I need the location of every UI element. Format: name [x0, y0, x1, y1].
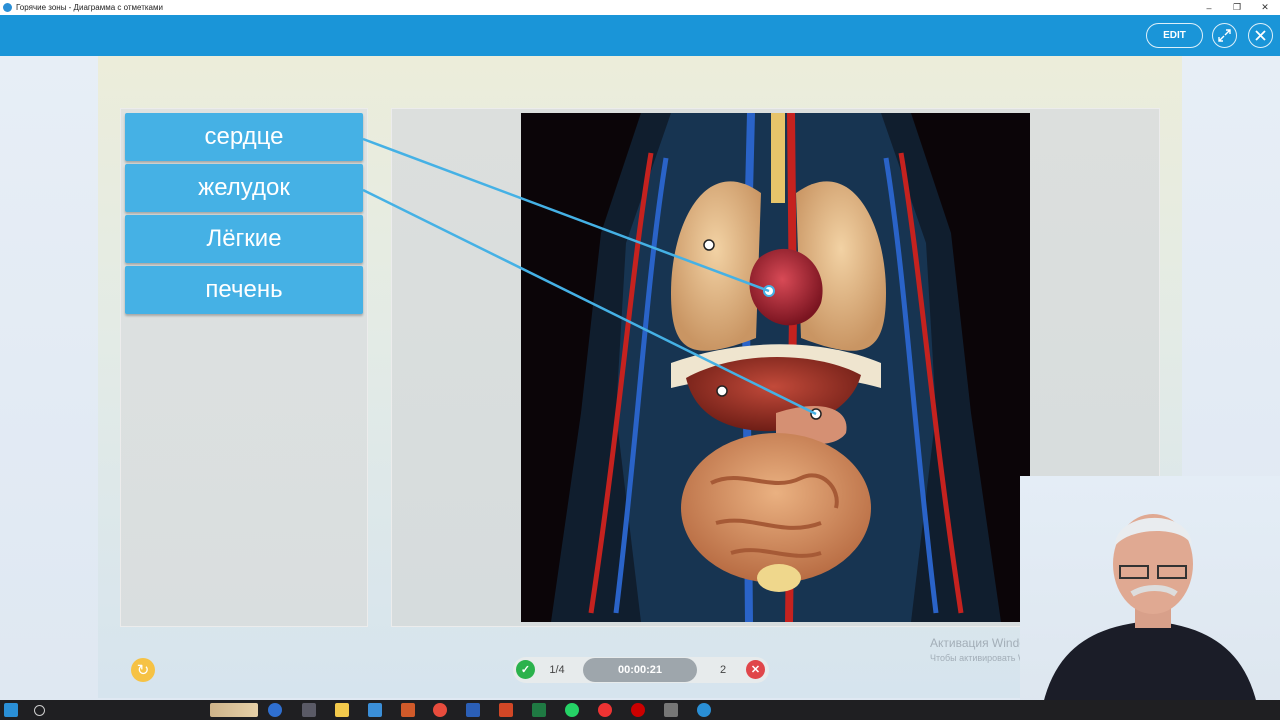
hotspot-lungs[interactable]	[703, 239, 715, 251]
label-heart[interactable]: сердце	[125, 113, 363, 161]
app-icon	[3, 3, 12, 12]
app-header: EDIT	[0, 15, 1280, 56]
x-icon: ✕	[746, 660, 765, 679]
window-title: Горячие зоны - Диаграмма с отметками	[16, 3, 163, 12]
edit-button[interactable]: EDIT	[1146, 23, 1203, 48]
app-icon-blue[interactable]	[368, 703, 382, 717]
hotspot-stomach[interactable]	[810, 408, 822, 420]
tool-icon[interactable]	[664, 703, 678, 717]
word-icon[interactable]	[466, 703, 480, 717]
close-button[interactable]	[1248, 23, 1273, 48]
record-icon[interactable]	[631, 703, 645, 717]
expand-icon	[1218, 29, 1231, 42]
restore-button[interactable]: ❐	[1224, 0, 1250, 15]
anatomy-illustration	[551, 113, 1001, 622]
active-app-icon[interactable]	[697, 703, 711, 717]
whatsapp-icon[interactable]	[565, 703, 579, 717]
close-icon	[1255, 30, 1266, 41]
taskbar-search-art	[210, 703, 258, 717]
edge-icon[interactable]	[268, 703, 282, 717]
app-icon-orange[interactable]	[401, 703, 415, 717]
label-liver[interactable]: печень	[125, 266, 363, 314]
check-icon: ✓	[516, 660, 535, 679]
excel-icon[interactable]	[532, 703, 546, 717]
refresh-button[interactable]: ↻	[131, 658, 155, 682]
anatomy-image	[521, 113, 1030, 622]
hotspot-liver[interactable]	[716, 385, 728, 397]
folder-icon[interactable]	[335, 703, 349, 717]
hotspot-heart[interactable]	[763, 285, 775, 297]
label-lungs[interactable]: Лёгкие	[125, 215, 363, 263]
search-icon[interactable]	[34, 705, 45, 716]
webcam-overlay	[1020, 476, 1280, 720]
powerpoint-icon[interactable]	[499, 703, 513, 717]
window-close-button[interactable]: ✕	[1252, 0, 1278, 15]
progress-counter: 1/4	[549, 664, 565, 676]
window-titlebar: Горячие зоны - Диаграмма с отметками – ❐…	[0, 0, 1280, 15]
refresh-icon: ↻	[136, 662, 150, 679]
yandex-icon[interactable]	[598, 703, 612, 717]
minimize-button[interactable]: –	[1196, 0, 1222, 15]
chrome-icon[interactable]	[433, 703, 447, 717]
label-stomach[interactable]: желудок	[125, 164, 363, 212]
presenter-image	[1040, 514, 1260, 720]
fullscreen-button[interactable]	[1212, 23, 1237, 48]
start-icon[interactable]	[4, 703, 18, 717]
media-icon[interactable]	[302, 703, 316, 717]
timer: 00:00:21	[583, 658, 697, 682]
error-counter: 2	[719, 664, 727, 676]
